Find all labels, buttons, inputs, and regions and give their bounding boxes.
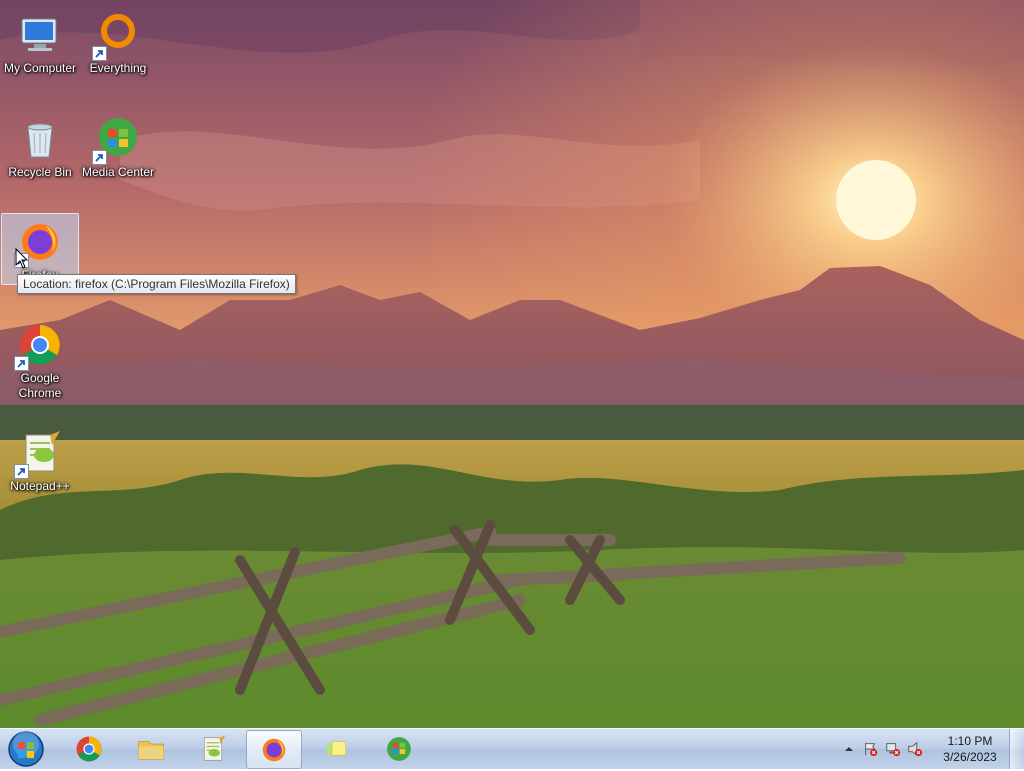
taskbar-button-explorer[interactable] (124, 730, 178, 767)
windows-logo-icon (8, 731, 44, 767)
action-center-icon[interactable] (862, 740, 880, 758)
desktop-icon-recycle-bin[interactable]: Recycle Bin (1, 110, 79, 182)
taskbar: 1:10 PM 3/26/2023 (0, 728, 1024, 769)
media-center-icon (92, 115, 142, 165)
taskbar-clock[interactable]: 1:10 PM 3/26/2023 (940, 733, 1000, 765)
recycle-bin-icon (16, 115, 64, 163)
notepadpp-icon (203, 734, 226, 761)
clock-date: 3/26/2023 (943, 750, 997, 764)
taskbar-button-media-center[interactable] (372, 730, 426, 767)
icon-tooltip: Location: firefox (C:\Program Files\Mozi… (17, 274, 296, 294)
chrome-icon (14, 321, 64, 371)
show-hidden-icons-icon[interactable] (840, 740, 858, 758)
network-icon[interactable] (884, 740, 902, 758)
taskbar-button-chrome[interactable] (62, 730, 116, 767)
desktop-icon-label: Everything (89, 61, 147, 75)
firefox-icon (262, 738, 286, 761)
start-button[interactable] (6, 730, 46, 768)
shortcut-arrow-icon (92, 46, 107, 61)
volume-muted-icon[interactable] (906, 740, 924, 758)
desktop-icon-label: Notepad++ (10, 479, 70, 493)
shortcut-arrow-icon (14, 356, 29, 371)
desktop-icon-google-chrome[interactable]: Google Chrome (1, 316, 79, 402)
taskbar-button-sticky-notes[interactable] (310, 730, 364, 767)
shortcut-arrow-icon (14, 464, 29, 479)
notepadpp-icon (14, 429, 64, 479)
everything-icon (92, 11, 142, 61)
clock-time: 1:10 PM (947, 734, 993, 748)
computer-icon (16, 11, 64, 59)
desktop-icon-my-computer[interactable]: My Computer (1, 6, 79, 78)
mouse-cursor-icon (15, 248, 29, 269)
folder-icon (138, 740, 164, 759)
desktop-icon-label: Media Center (81, 165, 155, 179)
taskbar-button-firefox[interactable] (246, 730, 302, 769)
sticky-notes-icon (326, 740, 347, 756)
desktop-icon-label: Google Chrome (18, 371, 62, 400)
shortcut-arrow-icon (92, 150, 107, 165)
media-center-icon (387, 736, 411, 761)
desktop-icon-media-center[interactable]: Media Center (79, 110, 157, 182)
chrome-icon (76, 736, 102, 761)
taskbar-button-notepadpp[interactable] (186, 730, 240, 767)
show-desktop-button[interactable] (1009, 729, 1024, 769)
desktop-icon-everything[interactable]: Everything (79, 6, 157, 78)
desktop-icon-notepadpp[interactable]: Notepad++ (1, 424, 79, 496)
